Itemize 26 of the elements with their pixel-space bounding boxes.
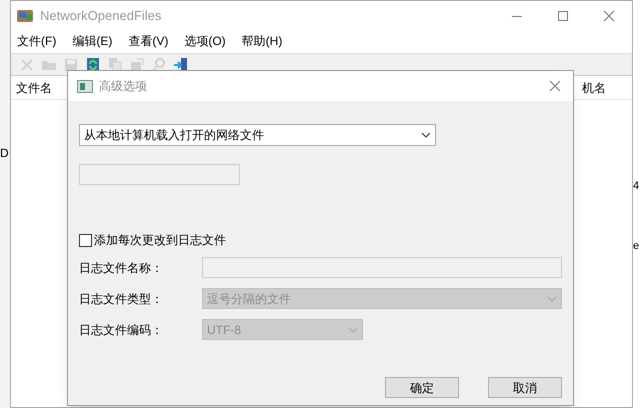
menu-item[interactable]: 帮助(H) xyxy=(240,32,284,50)
menu-item[interactable]: 选项(O) xyxy=(182,32,228,50)
background-text: D xyxy=(0,146,10,160)
cancel-button[interactable]: 取消 xyxy=(488,377,562,398)
checkbox-label[interactable]: 添加每次更改到日志文件 xyxy=(94,231,226,249)
app-icon xyxy=(17,9,33,23)
ok-button[interactable]: 确定 xyxy=(385,377,459,398)
refresh-icon[interactable] xyxy=(85,56,101,72)
window-title: NetworkOpenedFiles xyxy=(40,7,162,26)
caret-icon xyxy=(421,132,431,138)
menu-item[interactable]: 编辑(E) xyxy=(70,32,114,50)
field-label: 日志文件类型： xyxy=(79,290,164,308)
dialog-icon xyxy=(77,80,93,92)
background-text: e xyxy=(633,240,640,252)
dialog-title: 高级选项 xyxy=(99,78,147,95)
source-dropdown[interactable]: 从本地计算机载入打开的网络文件 xyxy=(79,124,436,146)
column-header[interactable]: 机名 xyxy=(582,78,606,96)
menu-item[interactable]: 查看(V) xyxy=(126,32,170,50)
caret-icon xyxy=(547,296,557,302)
menu-item[interactable]: 文件(F) xyxy=(15,32,58,50)
field-label: 日志文件名称： xyxy=(79,260,164,276)
field-label: 日志文件编码： xyxy=(79,322,164,338)
checkbox[interactable] xyxy=(79,234,92,246)
caret-icon xyxy=(348,326,358,332)
background-text: 4 xyxy=(633,180,640,192)
column-header[interactable]: 文件名 xyxy=(16,78,52,96)
